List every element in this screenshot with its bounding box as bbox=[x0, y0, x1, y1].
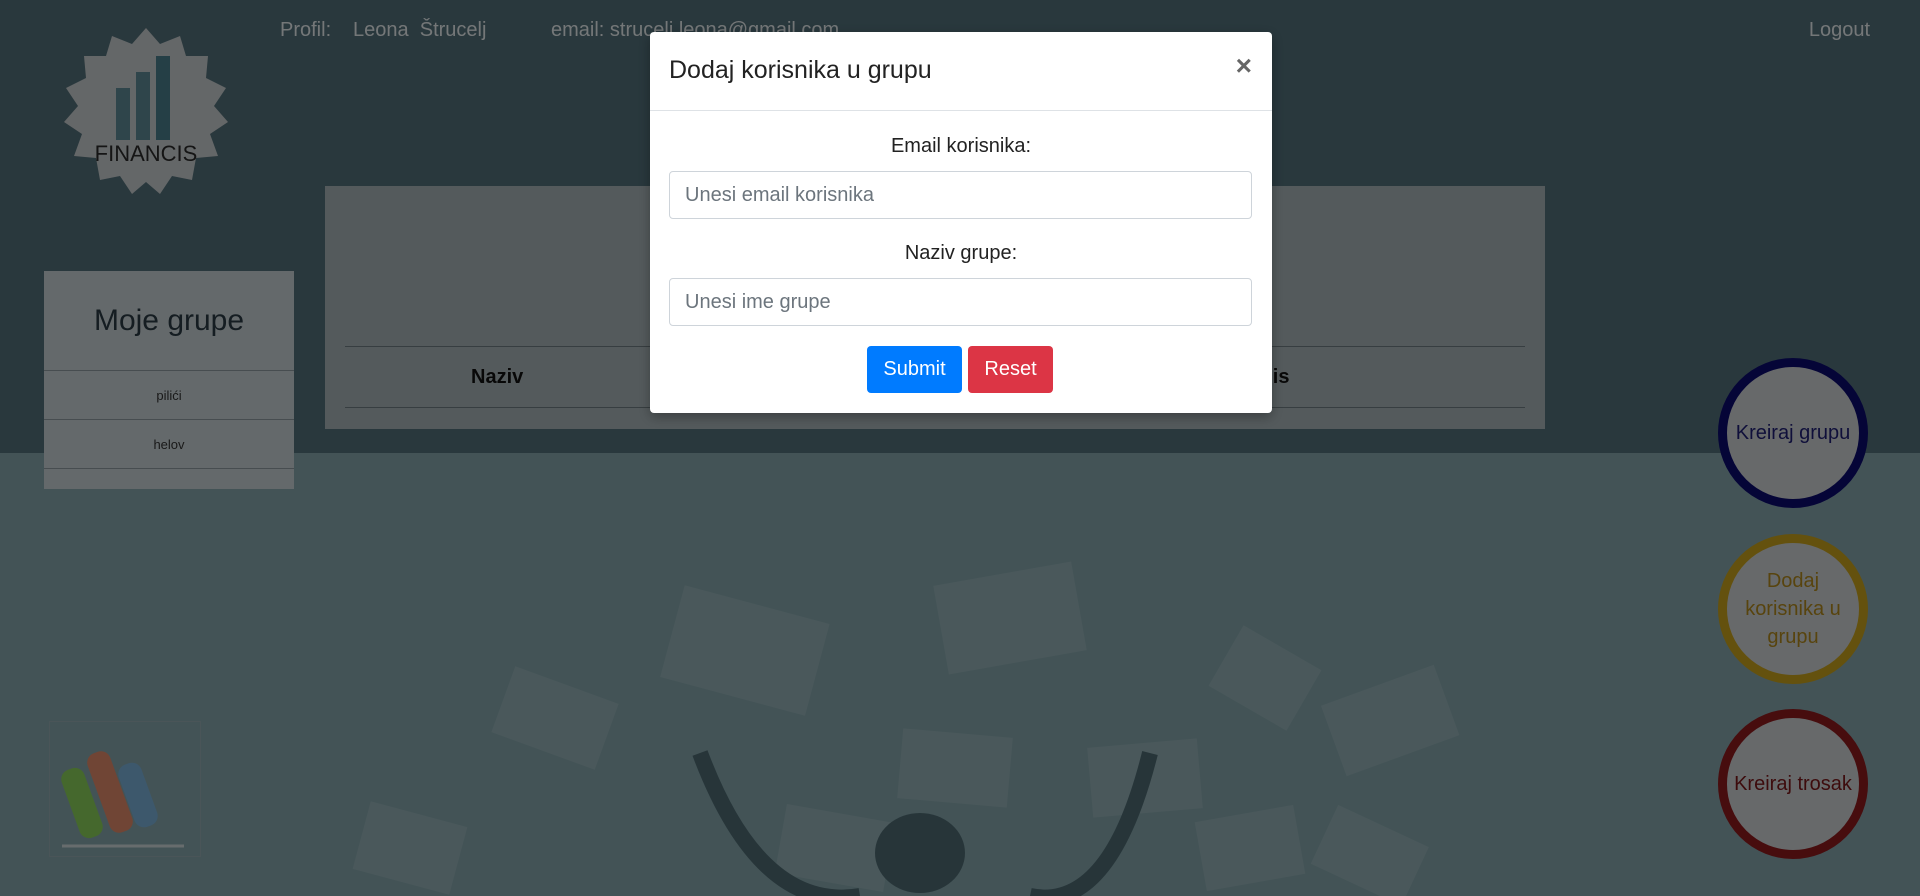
submit-button[interactable]: Submit bbox=[867, 346, 962, 393]
email-input[interactable] bbox=[669, 171, 1252, 219]
close-icon[interactable]: × bbox=[1236, 50, 1252, 82]
modal-title: Dodaj korisnika u grupu bbox=[669, 56, 932, 84]
reset-button[interactable]: Reset bbox=[968, 346, 1053, 393]
email-label: Email korisnika: bbox=[890, 135, 1032, 157]
modal-header: Dodaj korisnika u grupu × bbox=[650, 32, 1272, 111]
group-name-label: Naziv grupe: bbox=[904, 242, 1018, 264]
group-name-input[interactable] bbox=[669, 278, 1252, 326]
add-user-modal: Dodaj korisnika u grupu × Email korisnik… bbox=[650, 32, 1272, 413]
